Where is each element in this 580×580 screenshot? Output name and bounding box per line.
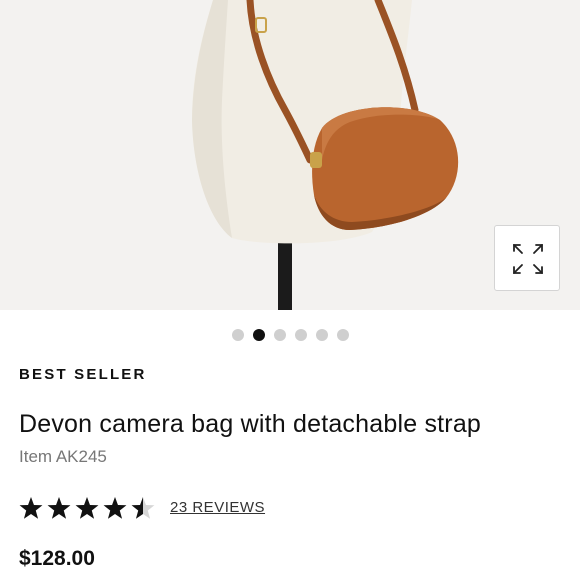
reviews-link[interactable]: 23 REVIEWS bbox=[170, 499, 265, 516]
gallery-dot-active[interactable] bbox=[252, 329, 265, 341]
gallery-dot[interactable] bbox=[231, 329, 244, 341]
star-icon bbox=[19, 497, 43, 519]
product-title: Devon camera bag with detachable strap bbox=[19, 410, 482, 438]
gallery-pagination bbox=[0, 329, 580, 341]
gallery-dot[interactable] bbox=[336, 329, 349, 341]
star-icon bbox=[103, 497, 127, 519]
item-code: Item AK245 bbox=[19, 447, 107, 466]
expand-arrows-icon bbox=[513, 244, 543, 274]
star-icon bbox=[75, 497, 99, 519]
gallery-dot[interactable] bbox=[294, 329, 307, 341]
best-seller-badge: BEST SELLER bbox=[19, 366, 147, 383]
gallery-dot[interactable] bbox=[315, 329, 328, 341]
product-photo bbox=[192, 0, 459, 310]
star-rating-icons bbox=[19, 497, 155, 519]
product-price: $128.00 bbox=[19, 547, 95, 570]
product-image-gallery[interactable] bbox=[0, 0, 580, 310]
gallery-dot[interactable] bbox=[273, 329, 286, 341]
star-icon bbox=[47, 497, 71, 519]
expand-image-button[interactable] bbox=[494, 225, 560, 291]
